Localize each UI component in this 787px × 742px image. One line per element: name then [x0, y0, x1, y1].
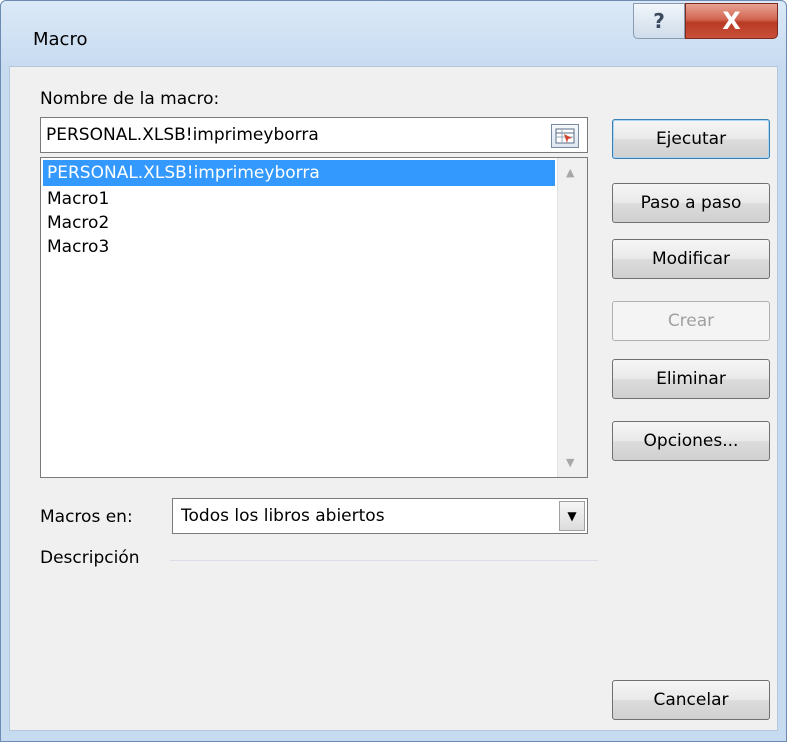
macro-list[interactable]: PERSONAL.XLSB!imprimeyborra Macro1 Macro…	[40, 157, 588, 478]
macro-name-label: Nombre de la macro:	[40, 89, 220, 109]
run-button[interactable]: Ejecutar	[612, 119, 770, 159]
options-button[interactable]: Opciones...	[612, 421, 770, 461]
macros-in-select[interactable]: Todos los libros abiertos ▼	[172, 498, 588, 534]
close-button[interactable]: X	[685, 3, 778, 39]
list-item[interactable]: PERSONAL.XLSB!imprimeyborra	[43, 160, 555, 186]
list-item[interactable]: Macro1	[43, 186, 555, 212]
description-divider	[170, 560, 598, 561]
close-icon: X	[722, 7, 741, 35]
list-item[interactable]: Macro2	[43, 210, 555, 236]
edit-button[interactable]: Modificar	[612, 239, 770, 279]
scroll-down-icon[interactable]: ▼	[566, 456, 574, 469]
dialog-body: Nombre de la macro: PERSONAL.XLSB!imprim…	[9, 66, 778, 731]
macro-dialog: Macro ? X Nombre de la macro: PERSONAL.X…	[0, 0, 787, 742]
macro-name-input[interactable]	[46, 121, 546, 149]
help-button[interactable]: ?	[633, 3, 685, 39]
delete-button[interactable]: Eliminar	[612, 359, 770, 399]
macros-in-label: Macros en:	[40, 507, 133, 527]
step-into-button[interactable]: Paso a paso	[612, 183, 770, 223]
description-label: Descripción	[40, 548, 140, 568]
chevron-down-icon[interactable]: ▼	[559, 501, 585, 531]
scroll-up-icon[interactable]: ▲	[566, 166, 574, 179]
macro-name-field[interactable]	[40, 117, 588, 153]
collapse-dialog-icon[interactable]	[551, 124, 579, 148]
list-scrollbar[interactable]: ▲ ▼	[557, 158, 587, 477]
macros-in-value: Todos los libros abiertos	[181, 506, 385, 526]
create-button: Crear	[612, 301, 770, 341]
dialog-title: Macro	[33, 29, 88, 50]
list-item[interactable]: Macro3	[43, 234, 555, 260]
cancel-button[interactable]: Cancelar	[612, 680, 770, 720]
help-icon: ?	[653, 9, 665, 33]
